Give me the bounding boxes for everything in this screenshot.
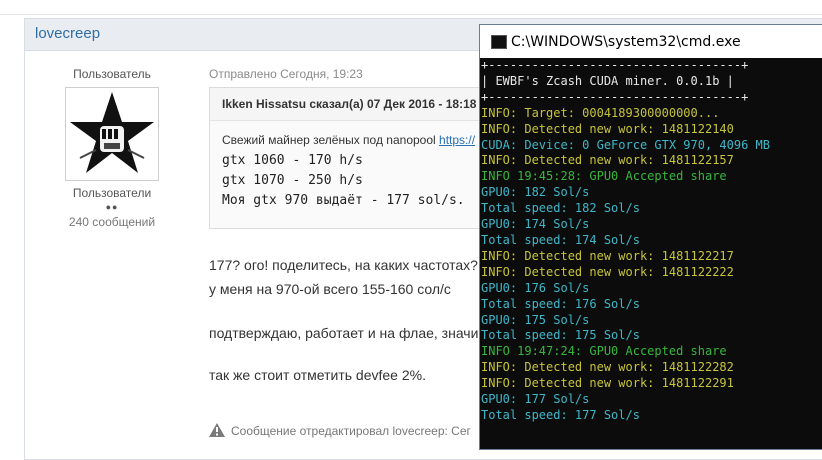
post-text-line: подтверждаю, работает и на флае, значи [209, 325, 479, 341]
console-line: CUDA: Device: 0 GeForce GTX 970, 4096 MB [481, 137, 770, 152]
user-info-panel: Пользователь Пользователи ●● 240 сообщен… [55, 67, 169, 229]
console-line: GPU0: 176 Sol/s [481, 280, 590, 295]
console-line: +-----------------------------------+ [481, 89, 749, 104]
console-line: Total speed: 177 Sol/s [481, 407, 640, 422]
reputation-dots: ●● [105, 202, 119, 212]
user-group: Пользователи [72, 186, 152, 200]
console-line: INFO: Detected new work: 1481122282 [481, 360, 734, 375]
post-text-line: так же стоит отметить devfee 2%. [209, 367, 426, 383]
console-line: INFO: Detected new work: 1481122222 [481, 264, 734, 279]
console-line: INFO: Detected new work: 1481122140 [481, 121, 734, 136]
console-line: GPU0: 177 Sol/s [481, 392, 590, 407]
console-line: INFO: Target: 0004189300000000... [481, 105, 720, 120]
console-line: Total speed: 174 Sol/s [481, 232, 640, 247]
console-line: GPU0: 182 Sol/s [481, 185, 590, 200]
console-output[interactable]: +-----------------------------------+ | E… [480, 58, 822, 449]
edit-note-text: Сообщение отредактировал lovecreep: Сег [231, 424, 471, 438]
console-line: INFO 19:47:24: GPU0 Accepted share [481, 344, 727, 359]
console-line: GPU0: 175 Sol/s [481, 312, 590, 327]
warning-icon [209, 423, 225, 437]
console-line: Total speed: 182 Sol/s [481, 201, 640, 216]
console-line: GPU0: 174 Sol/s [481, 217, 590, 232]
cmd-window-title: C:\WINDOWS\system32\cmd.exe [511, 34, 741, 50]
console-line: INFO: Detected new work: 1481122157 [481, 153, 734, 168]
post-text-line: 177? ого! поделитесь, на каких частотах? [209, 257, 478, 273]
edit-note: Сообщение отредактировал lovecreep: Сег [209, 423, 471, 438]
console-line: INFO 19:45:28: GPU0 Accepted share [481, 169, 727, 184]
author-name-link[interactable]: lovecreep [35, 25, 100, 42]
console-line: +-----------------------------------+ [481, 58, 749, 72]
cmd-window[interactable]: C:\WINDOWS\system32\cmd.exe +-----------… [479, 24, 822, 450]
console-line: INFO: Detected new work: 1481122291 [481, 376, 734, 391]
console-line: INFO: Detected new work: 1481122217 [481, 248, 734, 263]
quote-intro-text: Свежий майнер зелёных под nanopool [222, 133, 440, 147]
page-top-strip [0, 0, 822, 15]
user-title: Пользователь [73, 67, 151, 81]
post-text-line: у меня на 970-ой всего 155-160 сол/с [209, 281, 451, 297]
console-line: Total speed: 176 Sol/s [481, 296, 640, 311]
cmd-icon[interactable] [491, 35, 507, 49]
post-count: 240 сообщений [68, 215, 156, 229]
avatar[interactable] [65, 87, 159, 181]
console-line: | EWBF's Zcash CUDA miner. 0.0.1b | [481, 73, 734, 88]
cmd-titlebar[interactable]: C:\WINDOWS\system32\cmd.exe [480, 25, 822, 58]
console-line: Total speed: 175 Sol/s [481, 328, 640, 343]
quote-link[interactable]: https:// [439, 133, 475, 147]
